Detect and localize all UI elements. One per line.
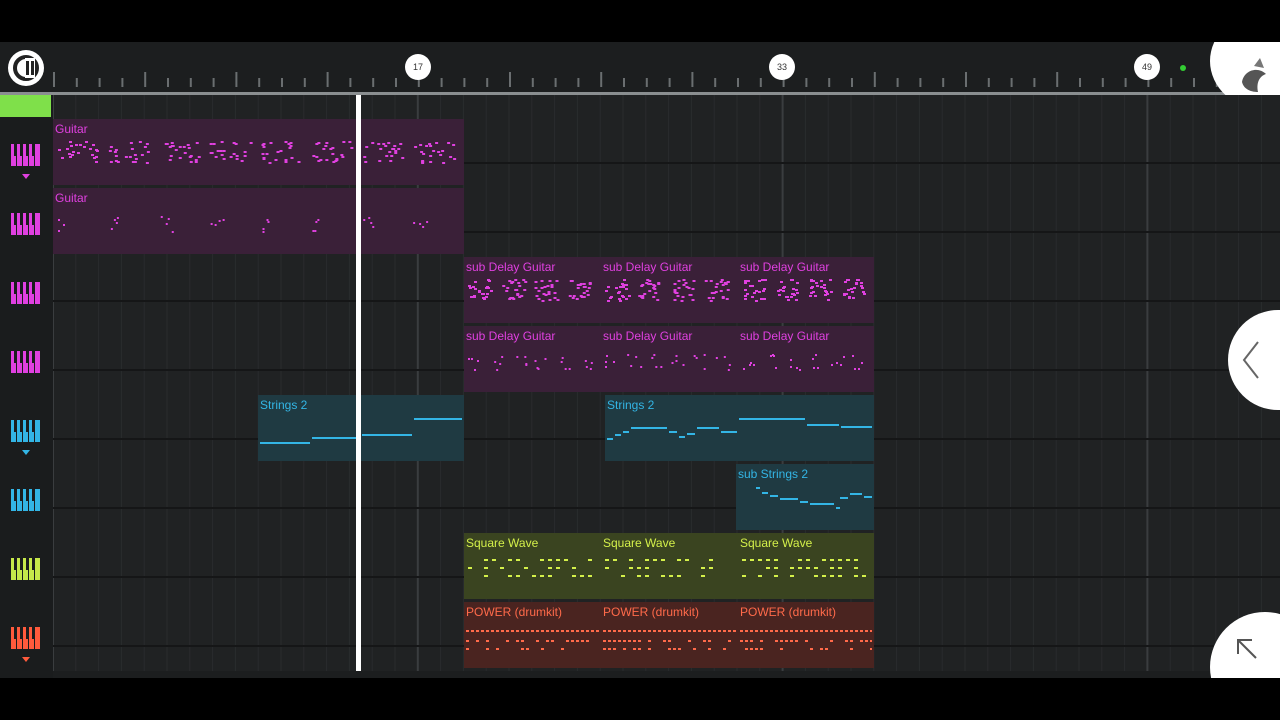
- note-pattern: [605, 559, 713, 577]
- clip-label: Guitar: [55, 191, 88, 205]
- clip-label: sub Delay Guitar: [466, 260, 556, 274]
- piano-roll-icon[interactable]: [11, 627, 41, 649]
- note-pattern: [607, 418, 872, 440]
- piano-roll-icon[interactable]: [11, 558, 41, 580]
- bar-marker-49[interactable]: 49: [1134, 54, 1160, 80]
- track-expand-arrow-icon[interactable]: [22, 657, 30, 662]
- bar-marker-17[interactable]: 17: [405, 54, 431, 80]
- clip-label: POWER (drumkit): [603, 605, 699, 619]
- timeline-ruler[interactable]: 17 33 49: [0, 42, 1280, 95]
- clip-sub-delay-guitar[interactable]: sub Delay Guitar: [738, 257, 874, 323]
- status-dot: [1180, 65, 1186, 71]
- note-pattern: [468, 279, 592, 302]
- piano-roll-icon[interactable]: [11, 489, 41, 511]
- note-pattern: [605, 279, 730, 302]
- clip-sub-delay-guitar[interactable]: sub Delay Guitar: [464, 326, 601, 392]
- clip-label: Square Wave: [603, 536, 676, 550]
- note-pattern: [603, 630, 736, 650]
- clip-guitar[interactable]: Guitar: [53, 119, 464, 185]
- note-pattern: [740, 630, 872, 650]
- arrow-up-left-icon: [1237, 639, 1257, 659]
- clip-sub-delay-guitar[interactable]: sub Delay Guitar: [601, 326, 738, 392]
- note-pattern: [756, 487, 872, 509]
- clip-label: Guitar: [55, 122, 88, 136]
- clip-label: sub Delay Guitar: [740, 329, 830, 343]
- track-sidebar: [0, 95, 53, 678]
- clip-strings[interactable]: Strings 2: [605, 395, 874, 461]
- clip-guitar[interactable]: Guitar: [53, 188, 464, 254]
- note-pattern: [743, 354, 863, 371]
- note-pattern: [468, 356, 593, 371]
- clip-sub-strings[interactable]: sub Strings 2: [736, 464, 874, 530]
- clip-label: sub Delay Guitar: [603, 260, 693, 274]
- clip-sub-delay-guitar[interactable]: sub Delay Guitar: [464, 257, 601, 323]
- note-pattern: [58, 216, 429, 233]
- clip-label: POWER (drumkit): [466, 605, 562, 619]
- clip-sub-delay-guitar[interactable]: sub Delay Guitar: [738, 326, 874, 392]
- clip-strings[interactable]: Strings 2: [258, 395, 464, 461]
- clip-label: sub Delay Guitar: [603, 329, 693, 343]
- track-expand-arrow-icon[interactable]: [22, 174, 30, 179]
- clip-power-drumkit[interactable]: POWER (drumkit): [464, 602, 601, 668]
- clip-label: sub Delay Guitar: [466, 329, 556, 343]
- chevron-left-icon: [1242, 341, 1259, 379]
- clip-power-drumkit[interactable]: POWER (drumkit): [601, 602, 738, 668]
- clip-label: Square Wave: [740, 536, 813, 550]
- piano-roll-icon[interactable]: [11, 282, 41, 304]
- track-expand-arrow-icon[interactable]: [22, 450, 30, 455]
- clip-label: sub Delay Guitar: [740, 260, 830, 274]
- clip-label: Square Wave: [466, 536, 539, 550]
- selection-bar[interactable]: [0, 95, 51, 117]
- clip-power-drumkit[interactable]: POWER (drumkit): [738, 602, 874, 668]
- playlist-view: 17 33 49 Guitar Guitar sub Delay Guitar …: [0, 42, 1280, 678]
- clip-square-wave[interactable]: Square Wave: [738, 533, 874, 599]
- piano-roll-icon[interactable]: [11, 144, 41, 166]
- note-pattern: [744, 279, 866, 302]
- clip-label: Strings 2: [260, 398, 308, 412]
- note-pattern: [742, 559, 866, 577]
- logo-icon: [13, 55, 39, 81]
- app-logo-button[interactable]: [8, 50, 44, 86]
- note-pattern: [260, 418, 462, 444]
- piano-roll-icon[interactable]: [11, 420, 41, 442]
- clip-label: Strings 2: [607, 398, 655, 412]
- note-pattern: [58, 141, 457, 164]
- clip-label: sub Strings 2: [738, 467, 809, 481]
- ruler-ticks: [53, 72, 1264, 87]
- note-pattern: [468, 559, 592, 577]
- clip-square-wave[interactable]: Square Wave: [601, 533, 738, 599]
- note-pattern: [605, 354, 731, 371]
- piano-roll-icon[interactable]: [11, 213, 41, 235]
- clip-sub-delay-guitar[interactable]: sub Delay Guitar: [601, 257, 738, 323]
- clip-label: POWER (drumkit): [740, 605, 836, 619]
- bar-marker-33[interactable]: 33: [769, 54, 795, 80]
- note-pattern: [466, 630, 599, 650]
- playhead[interactable]: [356, 95, 361, 671]
- clip-square-wave[interactable]: Square Wave: [464, 533, 601, 599]
- piano-roll-icon[interactable]: [11, 351, 41, 373]
